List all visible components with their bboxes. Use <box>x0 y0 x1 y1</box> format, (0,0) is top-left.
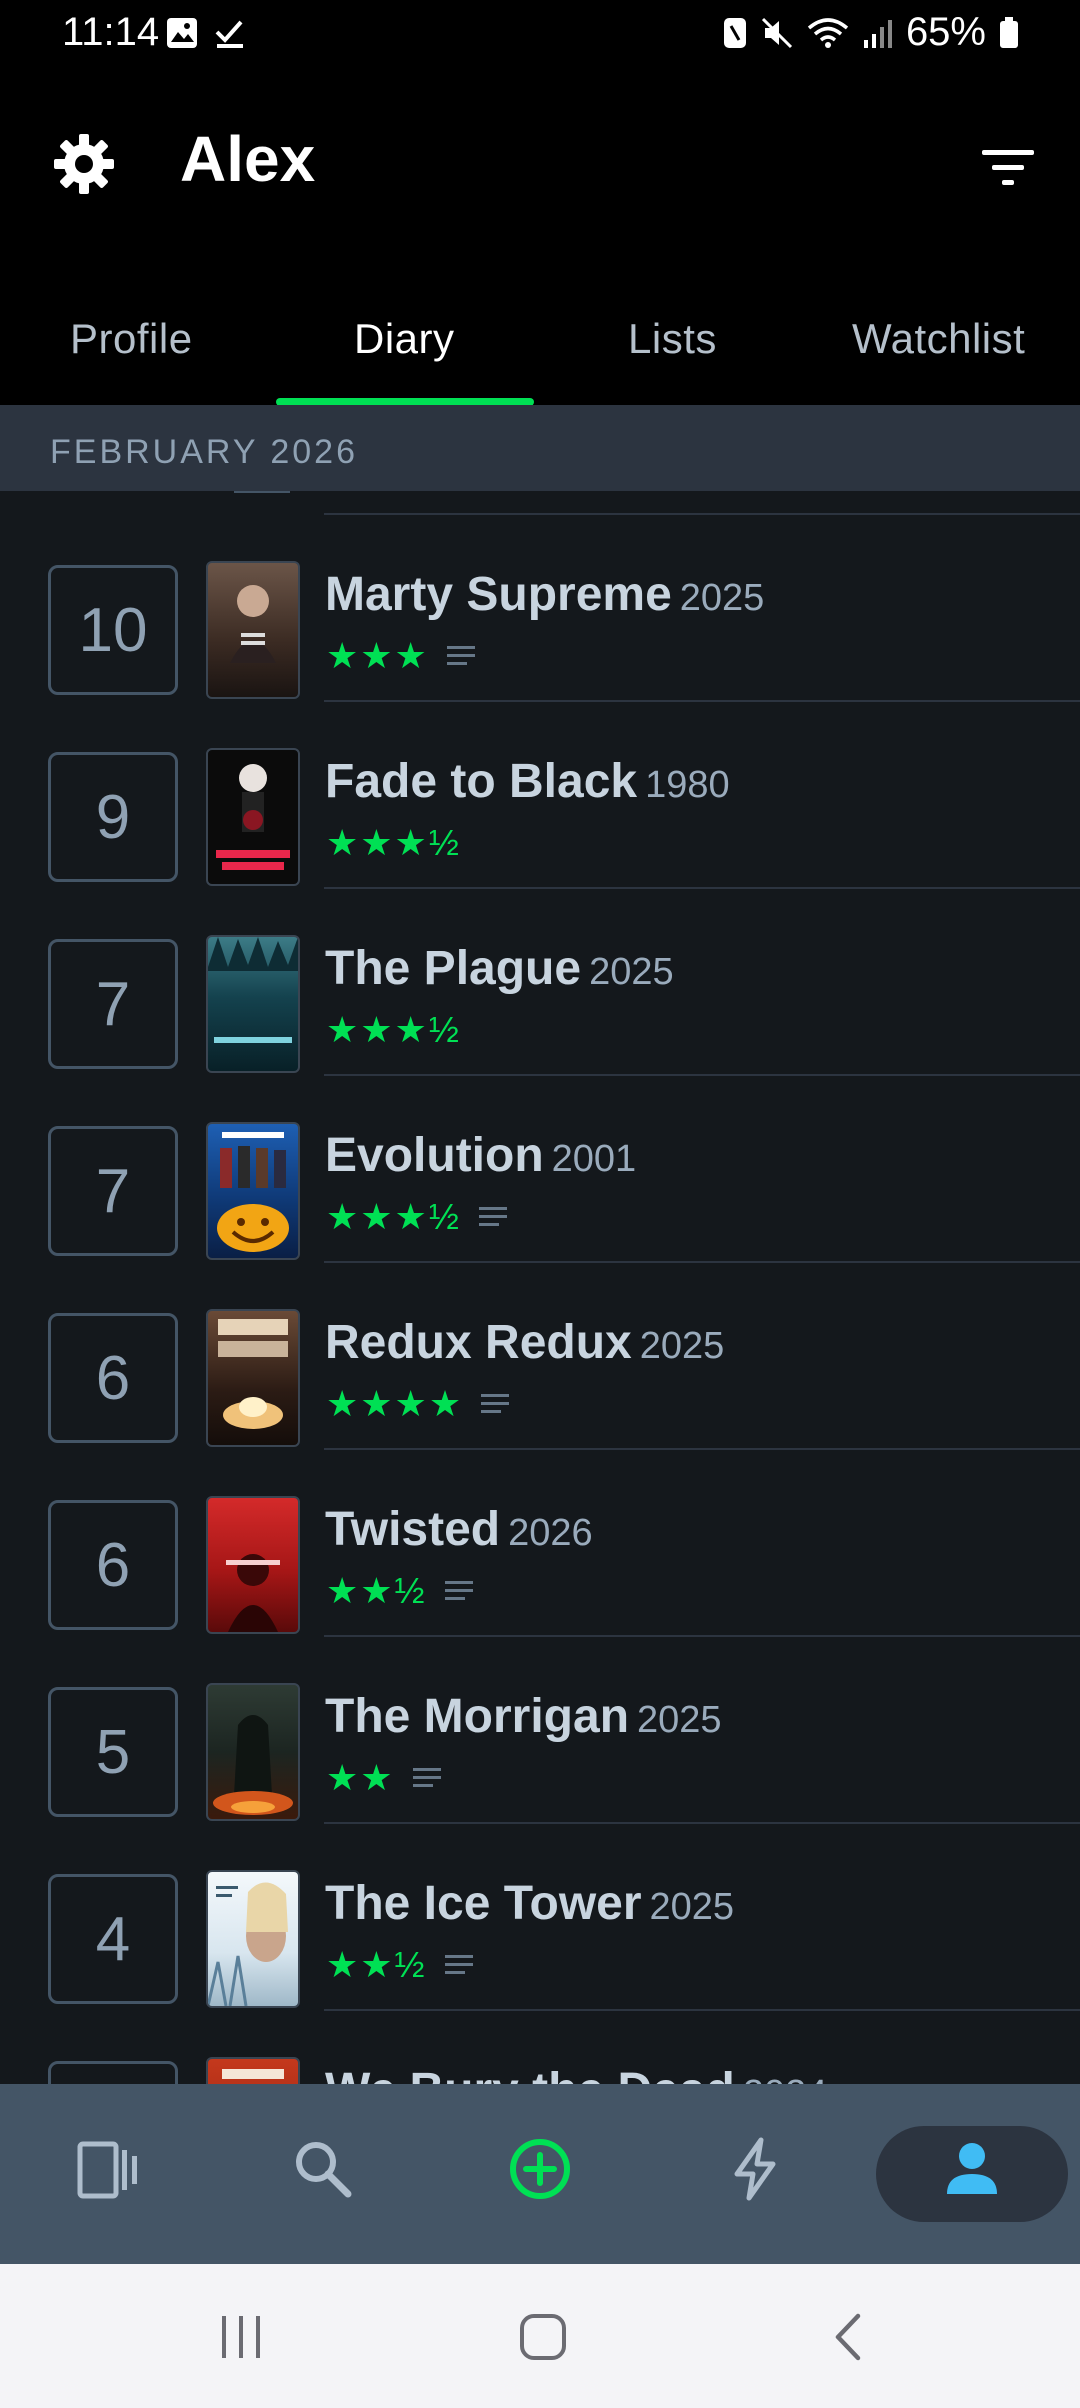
review-text-icon <box>444 1581 473 1600</box>
entry-day: 7 <box>48 1126 178 1256</box>
battery-percent: 65% <box>905 10 986 54</box>
month-section-header: FEBRUARY 2026 <box>0 405 1080 491</box>
month-label: FEBRUARY 2026 <box>50 433 358 471</box>
back-icon[interactable] <box>824 2312 874 2362</box>
tab-diary[interactable]: Diary <box>354 315 455 363</box>
entry-day: 4 <box>48 1874 178 2004</box>
film-year: 1980 <box>645 764 730 806</box>
film-poster[interactable] <box>206 1122 300 1260</box>
film-year: 2025 <box>649 1886 735 1928</box>
recent-apps-icon[interactable] <box>216 2312 266 2362</box>
film-poster[interactable] <box>206 1683 300 1821</box>
star-rating: ★★½ <box>326 1570 427 1611</box>
diary-entry[interactable]: 5 The Morrigan 2025 ★★ <box>0 1637 1080 1824</box>
film-year: 2026 <box>508 1512 593 1554</box>
entry-day: 3 <box>48 2061 178 2084</box>
entry-day: 6 <box>48 1313 178 1443</box>
film-title[interactable]: The Ice Tower <box>325 1877 642 1930</box>
previous-entry-edge <box>234 491 290 493</box>
film-year: 2025 <box>679 577 765 619</box>
bottom-navigation <box>0 2084 1080 2264</box>
profile-icon[interactable] <box>939 2136 1005 2202</box>
star-rating: ★★½ <box>326 1944 427 1985</box>
diary-entry[interactable]: 6 Twisted 2026 ★★½ <box>0 1450 1080 1637</box>
diary-entry[interactable]: 9 Fade to Black 1980 ★★★½ <box>0 702 1080 889</box>
home-icon[interactable] <box>518 2312 568 2362</box>
film-year: 2025 <box>639 1325 725 1367</box>
mute-icon <box>761 17 792 48</box>
status-bar: 11:14 65% <box>0 0 1080 70</box>
tab-profile[interactable]: Profile <box>70 315 193 363</box>
diary-entry[interactable]: 6 Redux Redux 2025 ★★★★ <box>0 1263 1080 1450</box>
film-poster[interactable] <box>206 748 300 886</box>
film-title[interactable]: Fade to Black <box>325 755 637 808</box>
review-text-icon <box>412 1768 441 1787</box>
film-title[interactable]: The Plague <box>325 942 581 995</box>
film-year: 2025 <box>589 951 674 993</box>
film-poster[interactable] <box>206 1496 300 1634</box>
diary-entry[interactable]: 10 Marty Supreme 2025 ★★★ <box>0 515 1080 702</box>
profile-tabs: Profile Diary Lists Watchlist <box>0 305 1080 405</box>
film-poster[interactable] <box>206 1309 300 1447</box>
entry-day: 6 <box>48 1500 178 1630</box>
films-icon[interactable] <box>74 2136 140 2202</box>
entry-day: 5 <box>48 1687 178 1817</box>
entry-day: 7 <box>48 939 178 1069</box>
system-navigation-bar <box>0 2264 1080 2408</box>
review-text-icon <box>481 1394 510 1413</box>
entry-day: 10 <box>48 565 178 695</box>
film-year: 2024 <box>743 2073 828 2084</box>
filter-icon[interactable] <box>980 146 1036 190</box>
add-icon[interactable] <box>507 2136 573 2202</box>
signal-icon <box>863 19 892 48</box>
wifi-icon <box>807 17 849 48</box>
film-title[interactable]: We Bury the Dead <box>325 2064 735 2084</box>
film-year: 2025 <box>637 1699 722 1741</box>
film-poster[interactable] <box>206 2057 300 2084</box>
diary-entry[interactable]: 4 The Ice Tower 2025 ★★½ <box>0 1824 1080 2011</box>
film-title[interactable]: The Morrigan <box>325 1690 629 1743</box>
review-text-icon <box>446 646 475 665</box>
review-text-icon <box>444 1955 473 1974</box>
diary-list[interactable]: 10 Marty Supreme 2025 ★★★ 9 Fade to Blac… <box>0 491 1080 2084</box>
tab-watchlist[interactable]: Watchlist <box>852 315 1025 363</box>
film-year: 2001 <box>551 1138 637 1180</box>
star-rating: ★★★ <box>326 635 429 676</box>
search-icon[interactable] <box>290 2136 356 2202</box>
review-text-icon <box>478 1207 507 1226</box>
task-done-icon <box>215 20 243 48</box>
settings-gear-icon[interactable] <box>52 132 116 196</box>
star-rating: ★★★★ <box>326 1383 464 1424</box>
film-poster[interactable] <box>206 935 300 1073</box>
profile-username: Alex <box>180 123 316 195</box>
film-title[interactable]: Twisted <box>325 1503 500 1556</box>
entry-day: 9 <box>48 752 178 882</box>
activity-icon[interactable] <box>723 2136 789 2202</box>
diary-entry[interactable]: 7 Evolution 2001 ★★★½ <box>0 1076 1080 1263</box>
gallery-icon <box>167 18 197 48</box>
diary-entry[interactable]: 7 The Plague 2025 ★★★½ <box>0 889 1080 1076</box>
tab-lists[interactable]: Lists <box>628 315 717 363</box>
star-rating: ★★★½ <box>326 822 461 863</box>
battery-icon <box>1000 16 1018 48</box>
star-rating: ★★ <box>326 1757 395 1798</box>
film-title[interactable]: Evolution <box>325 1129 544 1182</box>
status-time: 11:14 <box>62 10 160 54</box>
nfc-icon <box>723 17 746 48</box>
film-poster[interactable] <box>206 561 300 699</box>
star-rating: ★★★½ <box>326 1009 461 1050</box>
film-poster[interactable] <box>206 1870 300 2008</box>
star-rating: ★★★½ <box>326 1196 461 1237</box>
film-title[interactable]: Marty Supreme <box>325 568 672 621</box>
diary-entry[interactable]: 3 We Bury the Dead 2024 <box>0 2011 1080 2084</box>
film-title[interactable]: Redux Redux <box>325 1316 632 1369</box>
